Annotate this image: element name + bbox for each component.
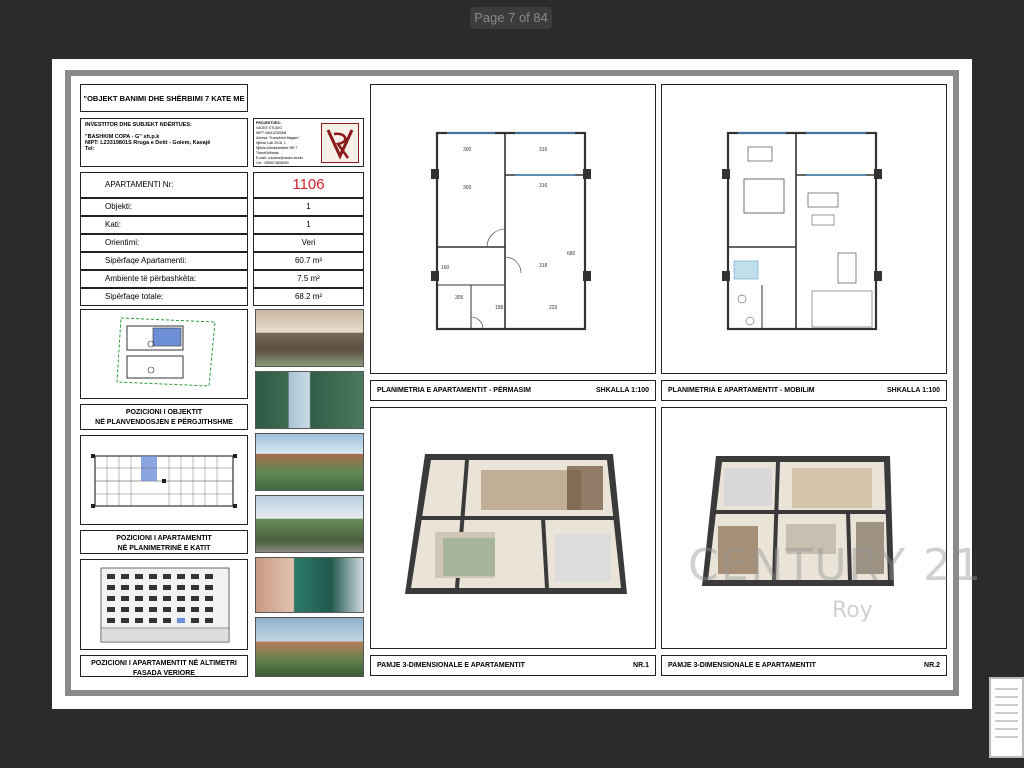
caption-scale: SHKALLA 1:100 xyxy=(886,387,940,394)
label-line: POZICIONI I APARTAMENTIT xyxy=(116,535,212,542)
plan-dim: 316 xyxy=(539,183,548,189)
site-plan xyxy=(80,309,248,399)
table-row: Ambiente të përbashkëta: 7.5 m² xyxy=(80,270,364,288)
row-value: 7.5 m² xyxy=(253,270,364,288)
label-apartment-floor-position: POZICIONI I APARTAMENTIT NË PLANIMETRINË… xyxy=(80,530,248,554)
table-row: Sipërfaqe Apartamenti: 60.7 m² xyxy=(80,252,364,270)
building-photo-4 xyxy=(255,495,364,553)
row-label: Objekti: xyxy=(80,198,248,216)
render-panel-1 xyxy=(370,407,656,649)
designer-line: Cel: +355674898990 xyxy=(256,161,289,165)
caption-title: PAMJE 3-DIMENSIONALE E APARTAMENTIT xyxy=(668,662,816,669)
table-row: Kati: 1 xyxy=(80,216,364,234)
label-altimetry-position: POZICIONI I APARTAMENTIT NË ALTIMETRI FA… xyxy=(80,655,248,677)
watermark-agent: Roy xyxy=(832,598,873,623)
north-facade xyxy=(80,559,248,650)
caption-render-1: PAMJE 3-DIMENSIONALE E APARTAMENTIT NR.1 xyxy=(370,655,656,676)
plan-dim: 680 xyxy=(567,251,576,257)
row-label: APARTAMENTI Nr: xyxy=(80,172,248,198)
table-row: Objekti: 1 xyxy=(80,198,364,216)
caption-dimensions: PLANIMETRIA E APARTAMENTIT - PËRMASIM SH… xyxy=(370,380,656,401)
watermark-brand: CENTURY 21 xyxy=(688,540,984,591)
apartment-table: APARTAMENTI Nr: 1106 Objekti: 1 Kati: 1 Ori… xyxy=(80,172,364,306)
row-value: 68.2 m² xyxy=(253,288,364,306)
label-line: POZICIONI I APARTAMENTIT NË ALTIMETRI xyxy=(91,660,237,667)
label-object-position: POZICIONI I OBJEKTIT NË PLANVENDOSJEN E … xyxy=(80,404,248,430)
plan-dim: 300 xyxy=(463,185,472,191)
plan-dim: 300 xyxy=(463,147,472,153)
investor-heading: INVESTITOR DHE SUBJEKT NDËRTUES: xyxy=(85,122,192,128)
render-panel-2 xyxy=(661,407,947,649)
row-label: Sipërfaqe Apartamenti: xyxy=(80,252,248,270)
table-row: Orientimi: Veri xyxy=(80,234,364,252)
row-value: 60.7 m² xyxy=(253,252,364,270)
label-line: NË PLANIMETRINË E KATIT xyxy=(117,545,211,552)
row-value: 1 xyxy=(253,198,364,216)
page-indicator: Page 7 of 84 xyxy=(470,7,552,29)
designer-box: PROJEKTUES: VAGEE STUDIO NIPT: M61123006… xyxy=(253,118,364,167)
plan-dim: 305 xyxy=(455,295,464,301)
apartment-number: 1106 xyxy=(253,172,364,198)
plan-dim: 160 xyxy=(441,265,450,271)
label-line: FASADA VERIORE xyxy=(133,670,195,677)
caption-render-2: PAMJE 3-DIMENSIONALE E APARTAMENTIT NR.2 xyxy=(661,655,947,676)
plan-dim: 318 xyxy=(539,263,548,269)
investor-box: INVESTITOR DHE SUBJEKT NDËRTUES: "BASHKI… xyxy=(80,118,248,167)
studio-logo xyxy=(321,123,359,163)
row-value: Veri xyxy=(253,234,364,252)
plan-dim: 316 xyxy=(539,147,548,153)
row-label: Ambiente të përbashkëta: xyxy=(80,270,248,288)
caption-furnished: PLANIMETRIA E APARTAMENTIT - MOBILIM SHK… xyxy=(661,380,947,401)
building-photo-5 xyxy=(255,557,364,613)
row-label: Sipërfaqe totale: xyxy=(80,288,248,306)
caption-title: PLANIMETRIA E APARTAMENTIT - MOBILIM xyxy=(668,387,815,394)
page-thumbnail[interactable] xyxy=(989,677,1024,758)
building-photo-3 xyxy=(255,433,364,491)
investor-line3: Tel: xyxy=(85,146,95,152)
table-row: APARTAMENTI Nr: 1106 xyxy=(80,172,364,198)
caption-scale: SHKALLA 1:100 xyxy=(595,387,649,394)
row-label: Orientimi: xyxy=(80,234,248,252)
building-photo-6 xyxy=(255,617,364,677)
caption-nr: NR.2 xyxy=(924,662,940,669)
row-value: 1 xyxy=(253,216,364,234)
caption-title: PLANIMETRIA E APARTAMENTIT - PËRMASIM xyxy=(377,387,531,394)
table-row: Sipërfaqe totale: 68.2 m² xyxy=(80,288,364,306)
plan-furnished-panel xyxy=(661,84,947,374)
label-line: POZICIONI I OBJEKTIT xyxy=(125,409,203,416)
plan-dim: 188 xyxy=(495,305,504,311)
project-title: "OBJEKT BANIMI DHE SHËRBIMI 7 KATE ME 2 … xyxy=(80,84,248,131)
building-photo-2 xyxy=(255,371,364,429)
label-line: NË PLANVENDOSJEN E PËRGJITHSHME xyxy=(95,419,233,426)
plan-dimensions-panel: 300 316 300 316 318 680 160 305 188 233 xyxy=(370,84,656,374)
plan-dim: 233 xyxy=(549,305,558,311)
caption-title: PAMJE 3-DIMENSIONALE E APARTAMENTIT xyxy=(377,662,525,669)
caption-nr: NR.1 xyxy=(633,662,649,669)
building-photo-1 xyxy=(255,309,364,367)
row-label: Kati: xyxy=(80,216,248,234)
floor-plan-overview xyxy=(80,435,248,525)
